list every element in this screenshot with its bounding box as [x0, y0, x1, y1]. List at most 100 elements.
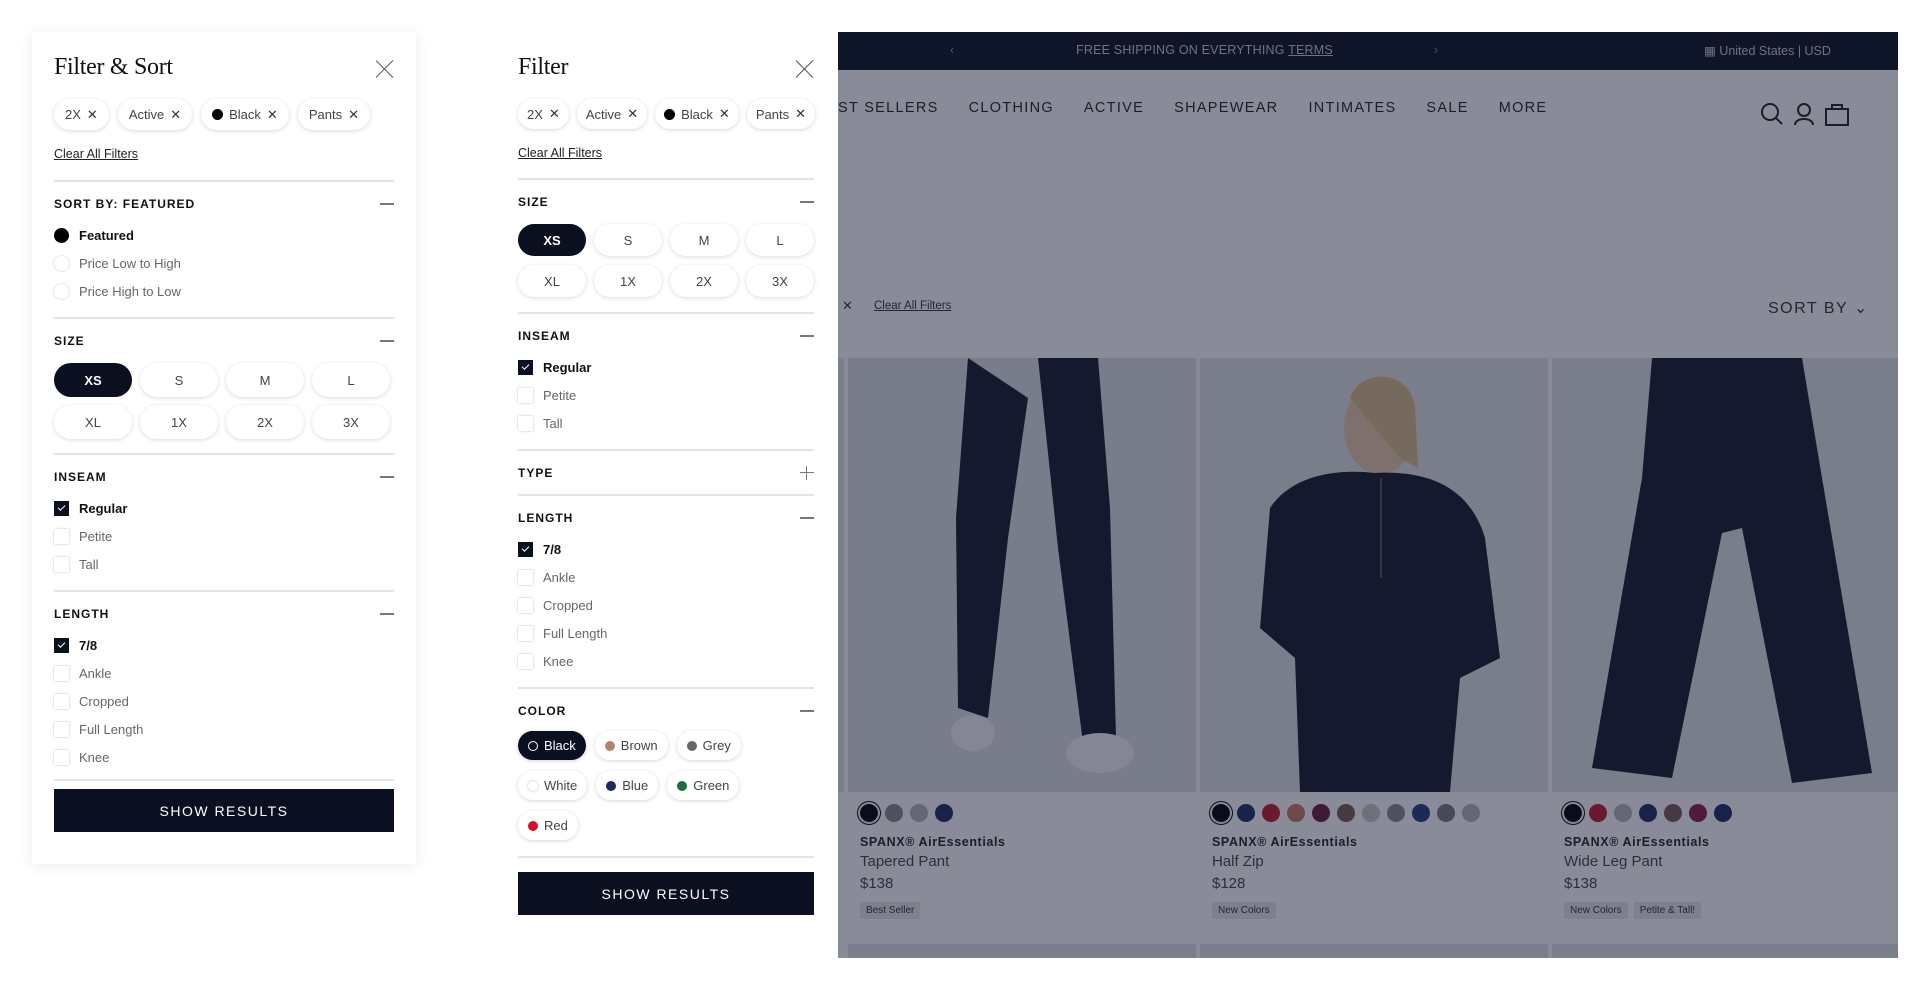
filter-chip[interactable]: Active ✕	[117, 99, 193, 130]
size-option[interactable]: L	[746, 224, 814, 256]
checkbox-icon[interactable]	[518, 415, 533, 431]
modal-overlay[interactable]	[838, 32, 1898, 958]
filter-chip[interactable]: Pants ✕	[746, 99, 815, 129]
length-option[interactable]: 7/8	[54, 631, 394, 659]
size-option[interactable]: 2X	[226, 405, 304, 439]
checkbox-icon[interactable]	[518, 653, 533, 669]
filter-chip[interactable]: Active ✕	[576, 99, 648, 129]
checkbox-icon[interactable]	[518, 387, 533, 403]
show-results-button[interactable]: SHOW RESULTS	[518, 872, 814, 915]
filter-chip[interactable]: Black ✕	[201, 99, 289, 130]
length-option[interactable]: Knee	[54, 743, 394, 771]
checkbox-icon[interactable]	[518, 359, 533, 375]
color-option[interactable]: Red	[518, 811, 578, 840]
checkbox-icon[interactable]	[54, 556, 69, 572]
size-option[interactable]: S	[594, 224, 662, 256]
size-option[interactable]: XL	[54, 405, 132, 439]
length-header[interactable]: LENGTH	[54, 607, 394, 621]
checkbox-icon[interactable]	[54, 721, 69, 737]
color-option[interactable]: Green	[667, 771, 740, 800]
remove-icon[interactable]: ✕	[170, 107, 181, 123]
collapse-icon[interactable]	[800, 335, 814, 337]
checkbox-icon[interactable]	[518, 625, 533, 641]
color-option[interactable]: White	[518, 771, 588, 800]
size-option[interactable]: 1X	[594, 265, 662, 297]
radio-icon[interactable]	[54, 255, 69, 271]
checkbox-icon[interactable]	[54, 500, 69, 516]
size-option[interactable]: L	[312, 363, 390, 397]
inseam-option[interactable]: Petite	[54, 522, 394, 550]
inseam-option[interactable]: Petite	[518, 381, 814, 409]
size-option[interactable]: 3X	[746, 265, 814, 297]
checkbox-icon[interactable]	[54, 665, 69, 681]
inseam-header[interactable]: INSEAM	[518, 329, 814, 343]
size-option[interactable]: 1X	[140, 405, 218, 439]
inseam-option[interactable]: Regular	[54, 494, 394, 522]
inseam-option[interactable]: Tall	[518, 409, 814, 437]
checkbox-icon[interactable]	[54, 749, 69, 765]
size-option[interactable]: XL	[518, 265, 586, 297]
collapse-icon[interactable]	[800, 517, 814, 519]
remove-icon[interactable]: ✕	[348, 107, 359, 123]
size-option[interactable]: S	[140, 363, 218, 397]
remove-icon[interactable]: ✕	[549, 106, 560, 122]
length-option[interactable]: Full Length	[54, 715, 394, 743]
size-option[interactable]: M	[670, 224, 738, 256]
radio-icon[interactable]	[54, 283, 69, 299]
collapse-icon[interactable]	[380, 340, 394, 342]
checkbox-icon[interactable]	[518, 597, 533, 613]
clear-all-filters-link[interactable]: Clear All Filters	[518, 146, 602, 160]
close-icon[interactable]	[796, 60, 814, 78]
checkbox-icon[interactable]	[54, 693, 69, 709]
sort-header[interactable]: SORT BY: FEATURED	[54, 197, 394, 211]
sort-option[interactable]: Featured	[54, 221, 394, 249]
checkbox-icon[interactable]	[54, 637, 69, 653]
color-option[interactable]: Brown	[594, 731, 668, 760]
length-option[interactable]: Full Length	[518, 619, 814, 647]
filter-chip[interactable]: 2X ✕	[54, 99, 109, 130]
color-option[interactable]: Grey	[676, 731, 741, 760]
collapse-icon[interactable]	[380, 613, 394, 615]
remove-icon[interactable]: ✕	[719, 106, 730, 122]
inseam-option[interactable]: Regular	[518, 353, 814, 381]
sort-option[interactable]: Price Low to High	[54, 249, 394, 277]
filter-chip[interactable]: Black ✕	[655, 99, 739, 129]
size-option[interactable]: XS	[54, 363, 132, 397]
length-option[interactable]: Ankle	[54, 659, 394, 687]
clear-all-filters-link[interactable]: Clear All Filters	[54, 147, 138, 161]
size-option[interactable]: XS	[518, 224, 586, 256]
checkbox-icon[interactable]	[518, 569, 533, 585]
inseam-header[interactable]: INSEAM	[54, 470, 394, 484]
color-option[interactable]: Blue	[596, 771, 659, 800]
show-results-button[interactable]: SHOW RESULTS	[54, 789, 394, 832]
collapse-icon[interactable]	[800, 201, 814, 203]
remove-icon[interactable]: ✕	[795, 106, 806, 122]
inseam-option[interactable]: Tall	[54, 550, 394, 578]
size-header[interactable]: SIZE	[54, 334, 394, 348]
filter-chip[interactable]: 2X ✕	[518, 99, 569, 129]
collapse-icon[interactable]	[800, 710, 814, 712]
color-header[interactable]: COLOR	[518, 704, 814, 718]
remove-icon[interactable]: ✕	[627, 106, 638, 122]
length-option[interactable]: Cropped	[518, 591, 814, 619]
remove-icon[interactable]: ✕	[267, 107, 278, 123]
length-option[interactable]: Ankle	[518, 563, 814, 591]
collapse-icon[interactable]	[380, 203, 394, 205]
sort-option[interactable]: Price High to Low	[54, 277, 394, 305]
type-header[interactable]: TYPE	[518, 466, 814, 480]
length-header[interactable]: LENGTH	[518, 511, 814, 525]
collapse-icon[interactable]	[380, 476, 394, 478]
radio-icon[interactable]	[54, 227, 69, 243]
length-option[interactable]: 7/8	[518, 535, 814, 563]
size-option[interactable]: M	[226, 363, 304, 397]
checkbox-icon[interactable]	[54, 528, 69, 544]
checkbox-icon[interactable]	[518, 541, 533, 557]
close-icon[interactable]	[376, 60, 394, 78]
size-header[interactable]: SIZE	[518, 195, 814, 209]
length-option[interactable]: Knee	[518, 647, 814, 675]
remove-icon[interactable]: ✕	[87, 107, 98, 123]
size-option[interactable]: 3X	[312, 405, 390, 439]
length-option[interactable]: Cropped	[54, 687, 394, 715]
filter-chip[interactable]: Pants ✕	[297, 99, 370, 130]
size-option[interactable]: 2X	[670, 265, 738, 297]
